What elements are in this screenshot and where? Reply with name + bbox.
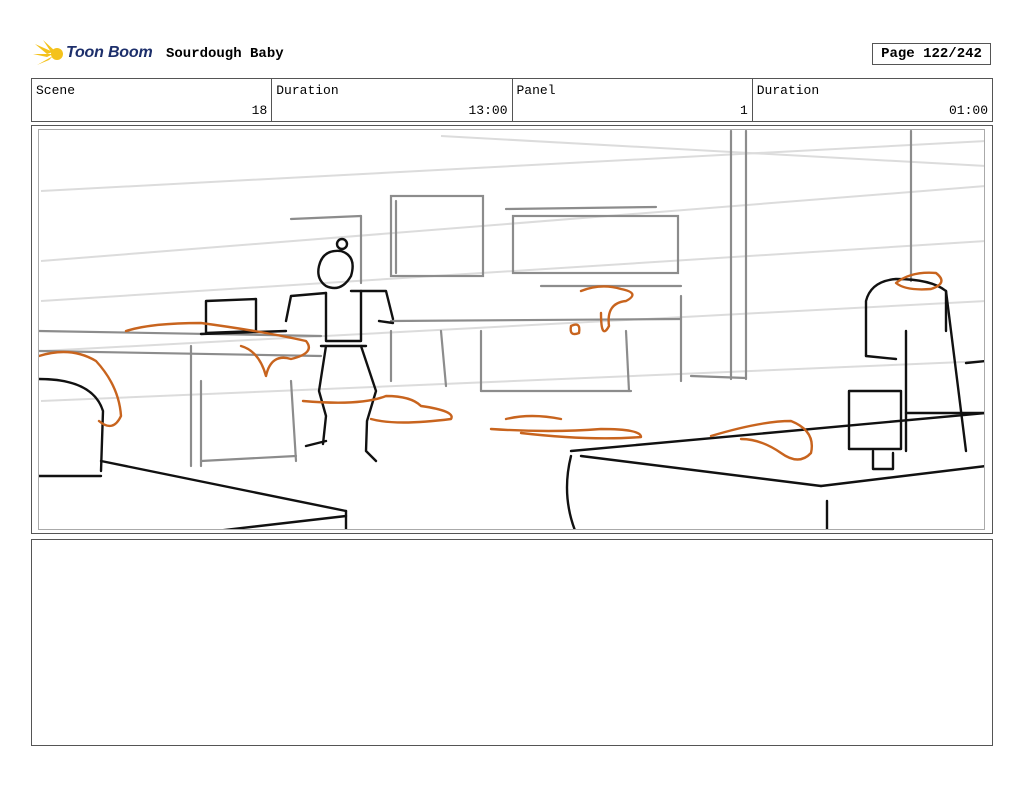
sketch-drawing xyxy=(39,130,984,529)
panel-label: Panel xyxy=(516,83,556,98)
scene-value: 18 xyxy=(251,103,268,118)
storyboard-panel-image[interactable] xyxy=(38,129,985,530)
panel-duration-value: 01:00 xyxy=(948,103,988,118)
panel-duration-cell: Duration 01:00 xyxy=(753,79,992,121)
scene-label: Scene xyxy=(36,83,76,98)
project-title: Sourdough Baby xyxy=(166,46,284,62)
panel-notes-area[interactable] xyxy=(31,539,993,746)
page-indicator: Page 122/242 xyxy=(872,43,991,65)
scene-duration-cell: Duration 13:00 xyxy=(272,79,513,121)
panel-cell: Panel 1 xyxy=(513,79,753,121)
panel-duration-label: Duration xyxy=(756,83,820,98)
panel-info-row: Scene 18 Duration 13:00 Panel 1 Duration… xyxy=(31,78,993,122)
panel-value: 1 xyxy=(739,103,748,118)
scene-cell: Scene 18 xyxy=(32,79,273,121)
scene-duration-value: 13:00 xyxy=(468,103,508,118)
logo-text: Toon Boom xyxy=(66,44,153,61)
scene-duration-label: Duration xyxy=(276,83,339,98)
